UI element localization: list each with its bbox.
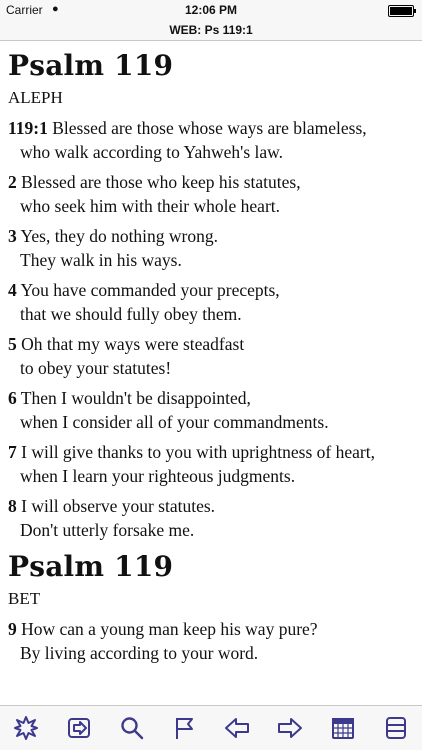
section-label: BET [8, 589, 41, 608]
verse-text-line2: when I learn your righteous judgments. [20, 466, 296, 486]
nav-title: WEB: Ps 119:1 [0, 20, 422, 41]
calendar-icon[interactable] [325, 710, 361, 746]
starburst-icon[interactable] [8, 710, 44, 746]
verse-text: Blessed are those whose ways are blamele… [47, 118, 367, 138]
verse[interactable]: 8 I will observe your statutes. Don't utt… [8, 494, 414, 542]
verse-text-line2: that we should fully obey them. [20, 304, 242, 324]
verse-number: 3 [8, 226, 17, 246]
bottom-toolbar [0, 705, 422, 750]
section-label: ALEPH [8, 88, 63, 107]
verse-number: 2 [8, 172, 17, 192]
verse-text-line2: who walk according to Yahweh's law. [20, 142, 284, 162]
status-time: 12:06 PM [184, 3, 238, 17]
verse-text-line2: By living according to your word. [20, 643, 259, 663]
chapter-heading: Psalm 119 [8, 550, 174, 583]
search-icon[interactable] [114, 710, 150, 746]
go-to-icon[interactable] [61, 710, 97, 746]
verse-text: I will observe your statutes. [16, 496, 216, 516]
verse[interactable]: 119:1 Blessed are those whose ways are b… [8, 116, 414, 164]
chapter-heading: Psalm 119 [8, 49, 174, 82]
verse[interactable]: 4 You have commanded your precepts, that … [8, 278, 414, 326]
verse-number: 6 [8, 388, 17, 408]
flag-icon[interactable] [167, 710, 203, 746]
verse-text: Yes, they do nothing wrong. [16, 226, 219, 246]
verse-text: I will give thanks to you with uprightne… [16, 442, 375, 462]
status-bar: Carrier ● 12:06 PM [0, 0, 422, 20]
verse[interactable]: 2 Blessed are those who keep his statute… [8, 170, 414, 218]
verse-text: Then I wouldn't be disappointed, [16, 388, 251, 408]
verse-number: 5 [8, 334, 17, 354]
list-icon[interactable] [378, 710, 414, 746]
verse-text: You have commanded your precepts, [16, 280, 280, 300]
verse-number: 8 [8, 496, 17, 516]
verse[interactable]: 7 I will give thanks to you with upright… [8, 440, 414, 488]
verse-number: 119:1 [8, 118, 48, 138]
forward-arrow-icon[interactable] [272, 710, 308, 746]
verse-text: How can a young man keep his way pure? [16, 619, 318, 639]
verse-text: Oh that my ways were steadfast [16, 334, 245, 354]
verse-text-line2: Don't utterly forsake me. [20, 520, 195, 540]
verse-number: 9 [8, 619, 17, 639]
verse-number: 4 [8, 280, 17, 300]
verse[interactable]: 5 Oh that my ways were steadfast to obey … [8, 332, 414, 380]
battery-icon [388, 5, 416, 17]
verse-number: 7 [8, 442, 17, 462]
back-arrow-icon[interactable] [219, 710, 255, 746]
verse-text-line2: They walk in his ways. [20, 250, 182, 270]
verse[interactable]: 3 Yes, they do nothing wrong. They walk i… [8, 224, 414, 272]
verse-text-line2: to obey your statutes! [20, 358, 172, 378]
verse-text-line2: when I consider all of your commandments… [20, 412, 329, 432]
verse[interactable]: 6 Then I wouldn't be disappointed, when I… [8, 386, 414, 434]
reader-content[interactable]: Psalm 119 ALEPH 119:1 Blessed are those … [0, 41, 422, 706]
verse-text: Blessed are those who keep his statutes, [16, 172, 301, 192]
verse[interactable]: 9 How can a young man keep his way pure?… [8, 617, 414, 665]
verse-text-line2: who seek him with their whole heart. [20, 196, 281, 216]
